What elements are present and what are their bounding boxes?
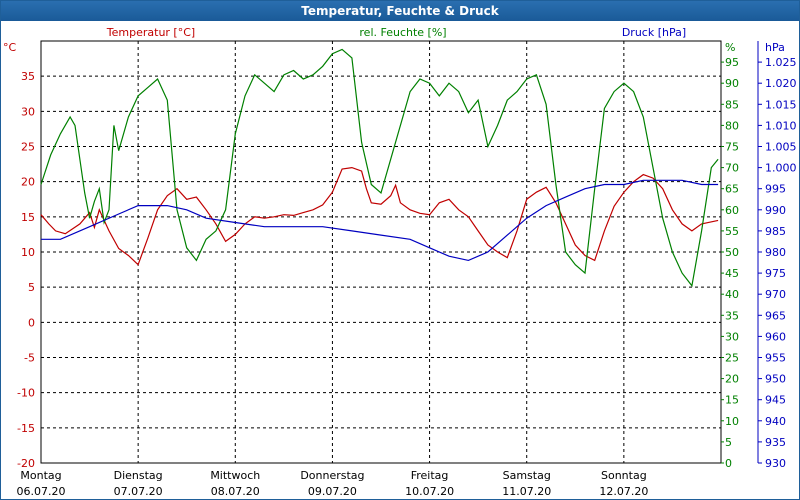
x-day-label: Mittwoch: [210, 469, 260, 482]
pressure-tick-label: 940: [765, 415, 786, 428]
pressure-tick-label: 985: [765, 225, 786, 238]
humidity-tick-label: 55: [725, 225, 739, 238]
pressure-tick-label: 1.015: [765, 98, 797, 111]
pressure-tick-label: 950: [765, 373, 786, 386]
humidity-tick-label: 50: [725, 246, 739, 259]
pressure-tick-label: 1.025: [765, 56, 797, 69]
x-date-label: 10.07.20: [405, 485, 454, 498]
temperature-tick-label: 0: [28, 316, 35, 329]
humidity-tick-label: 0: [725, 457, 732, 470]
pressure-tick-label: 975: [765, 267, 786, 280]
chart-area: 35302520151050-5-10-15-20°C9590858075706…: [3, 26, 797, 498]
pressure-tick-label: 930: [765, 457, 786, 470]
pressure-tick-label: 1.010: [765, 119, 797, 132]
temperature-tick-label: 5: [28, 281, 35, 294]
temperature-tick-label: 20: [21, 176, 35, 189]
x-date-label: 07.07.20: [114, 485, 163, 498]
humidity-tick-label: 75: [725, 141, 739, 154]
pressure-tick-label: 1.005: [765, 141, 797, 154]
pressure-tick-label: 980: [765, 246, 786, 259]
humidity-tick-label: 40: [725, 288, 739, 301]
pressure-unit-label: hPa: [765, 41, 785, 54]
x-day-label: Donnerstag: [300, 469, 364, 482]
humidity-tick-label: 45: [725, 267, 739, 280]
humidity-tick-label: 30: [725, 330, 739, 343]
x-date-label: 12.07.20: [599, 485, 648, 498]
pressure-tick-label: 1.000: [765, 162, 797, 175]
temperature-tick-label: -5: [24, 352, 35, 365]
humidity-axis-title: rel. Feuchte [%]: [359, 26, 446, 39]
humidity-tick-label: 25: [725, 352, 739, 365]
x-date-label: 09.07.20: [308, 485, 357, 498]
x-day-label: Sonntag: [601, 469, 647, 482]
humidity-tick-label: 15: [725, 394, 739, 407]
pressure-tick-label: 990: [765, 204, 786, 217]
temperature-tick-label: 25: [21, 141, 35, 154]
x-day-label: Dienstag: [114, 469, 163, 482]
temperature-tick-label: -15: [17, 422, 35, 435]
temperature-tick-label: -10: [17, 387, 35, 400]
humidity-tick-label: 80: [725, 119, 739, 132]
x-day-label: Freitag: [411, 469, 449, 482]
pressure-axis-title: Druck [hPa]: [622, 26, 686, 39]
humidity-tick-label: 35: [725, 309, 739, 322]
humidity-tick-label: 10: [725, 415, 739, 428]
humidity-tick-label: 20: [725, 373, 739, 386]
humidity-tick-label: 90: [725, 77, 739, 90]
x-date-label: 08.07.20: [211, 485, 260, 498]
humidity-tick-label: 65: [725, 183, 739, 196]
temperature-unit-label: °C: [3, 41, 17, 54]
pressure-tick-label: 960: [765, 330, 786, 343]
pressure-tick-label: 935: [765, 436, 786, 449]
x-day-label: Montag: [20, 469, 61, 482]
humidity-tick-label: 5: [725, 436, 732, 449]
humidity-tick-label: 60: [725, 204, 739, 217]
temperature-tick-label: 15: [21, 211, 35, 224]
pressure-tick-label: 1.020: [765, 77, 797, 90]
x-date-label: 06.07.20: [17, 485, 66, 498]
pressure-tick-label: 965: [765, 309, 786, 322]
pressure-tick-label: 955: [765, 352, 786, 365]
temperature-axis-title: Temperatur [°C]: [106, 26, 195, 39]
temperature-tick-label: 10: [21, 246, 35, 259]
pressure-tick-label: 945: [765, 394, 786, 407]
temperature-tick-label: 35: [21, 70, 35, 83]
humidity-tick-label: 85: [725, 98, 739, 111]
temperature-tick-label: 30: [21, 105, 35, 118]
humidity-series-line: [40, 48, 719, 288]
x-date-label: 11.07.20: [502, 485, 551, 498]
pressure-tick-label: 995: [765, 183, 786, 196]
humidity-unit-label: %: [725, 41, 735, 54]
chart-window: Temperatur, Feuchte & Druck 35 30 25 20 15 10…: [0, 0, 800, 500]
pressure-tick-label: 970: [765, 288, 786, 301]
humidity-tick-label: 95: [725, 56, 739, 69]
humidity-tick-label: 70: [725, 162, 739, 175]
x-day-label: Samstag: [503, 469, 551, 482]
